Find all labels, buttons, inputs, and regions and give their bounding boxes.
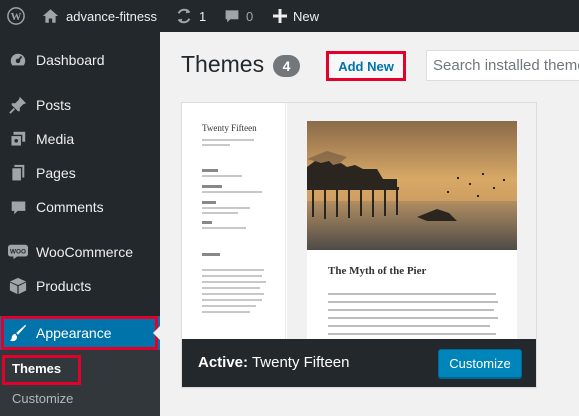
current-menu-arrow <box>153 326 160 340</box>
screenshot-post: The Myth of the Pier <box>307 121 517 339</box>
svg-text:W: W <box>11 11 22 23</box>
plus-icon <box>273 9 287 23</box>
screenshot-sidebar: Twenty Fifteen <box>182 103 286 339</box>
comment-icon <box>0 199 36 216</box>
sidebar-item-label: Dashboard <box>36 52 105 68</box>
sidebar-item-comments[interactable]: Comments <box>0 190 160 224</box>
page-title: Themes <box>181 51 265 77</box>
search-themes-input[interactable]: Search installed themes... <box>426 50 579 81</box>
site-name-label: advance-fitness <box>66 8 158 24</box>
sidebar-item-appearance[interactable]: Appearance <box>0 316 160 350</box>
screenshot-site-title: Twenty Fifteen <box>202 123 257 133</box>
sidebar-item-products[interactable]: Products <box>0 269 160 303</box>
admin-bar: W advance-fitness 1 0 New <box>0 0 579 32</box>
screenshot-content: The Myth of the Pier <box>287 103 536 339</box>
comment-bubble-icon <box>224 8 240 24</box>
submenu-item-themes[interactable]: Themes <box>12 361 61 376</box>
active-theme-label: Active: Twenty Fifteen <box>198 354 349 371</box>
theme-screenshot[interactable]: Twenty Fifteen The Myth of the Pier <box>182 103 536 339</box>
sidebar-item-posts[interactable]: Posts <box>0 88 160 122</box>
sidebar-item-label: Posts <box>36 97 72 113</box>
appearance-submenu: Themes Customize <box>0 350 160 416</box>
customize-button[interactable]: Customize <box>438 349 522 378</box>
new-label: New <box>293 8 320 24</box>
updates-icon <box>175 7 193 25</box>
sidebar-item-media[interactable]: Media <box>0 122 160 156</box>
sidebar-item-label: Appearance <box>36 325 112 341</box>
pages-icon <box>0 164 36 182</box>
screenshot-post-title: The Myth of the Pier <box>328 265 427 277</box>
dashboard-icon <box>0 51 36 69</box>
pier-photo <box>307 121 517 250</box>
sidebar-item-label: WooCommerce <box>36 244 133 260</box>
theme-card-active[interactable]: Twenty Fifteen The Myth of the Pier Acti… <box>181 102 537 388</box>
theme-count-badge: 4 <box>273 55 300 77</box>
active-prefix: Active: <box>198 354 249 371</box>
svg-text:WOO: WOO <box>10 248 26 255</box>
wordpress-logo-icon[interactable]: W <box>7 0 25 32</box>
home-icon <box>42 8 59 24</box>
box-icon <box>0 277 36 295</box>
sidebar-item-label: Comments <box>36 199 104 215</box>
sidebar-item-dashboard[interactable]: Dashboard <box>0 43 160 77</box>
active-theme-name: Twenty Fifteen <box>251 354 350 371</box>
site-name-link[interactable]: advance-fitness <box>42 0 157 32</box>
sidebar-item-label: Media <box>36 131 75 147</box>
comments-count: 0 <box>246 8 254 24</box>
brush-icon <box>0 324 36 342</box>
new-content-link[interactable]: New <box>273 0 319 32</box>
media-icon <box>0 130 36 148</box>
active-theme-bar: Active: Twenty Fifteen Customize <box>182 339 536 387</box>
sidebar-item-label: Products <box>36 278 92 294</box>
pin-icon <box>0 96 36 114</box>
updates-count: 1 <box>199 8 207 24</box>
sidebar-item-label: Pages <box>36 165 76 181</box>
woo-icon: WOO <box>0 244 36 260</box>
comments-link[interactable]: 0 <box>224 0 253 32</box>
updates-link[interactable]: 1 <box>175 0 206 32</box>
sidebar-item-woocommerce[interactable]: WOO WooCommerce <box>0 235 160 269</box>
sidebar-item-pages[interactable]: Pages <box>0 156 160 190</box>
add-new-button[interactable]: Add New <box>326 51 406 81</box>
submenu-item-customize[interactable]: Customize <box>12 391 73 406</box>
